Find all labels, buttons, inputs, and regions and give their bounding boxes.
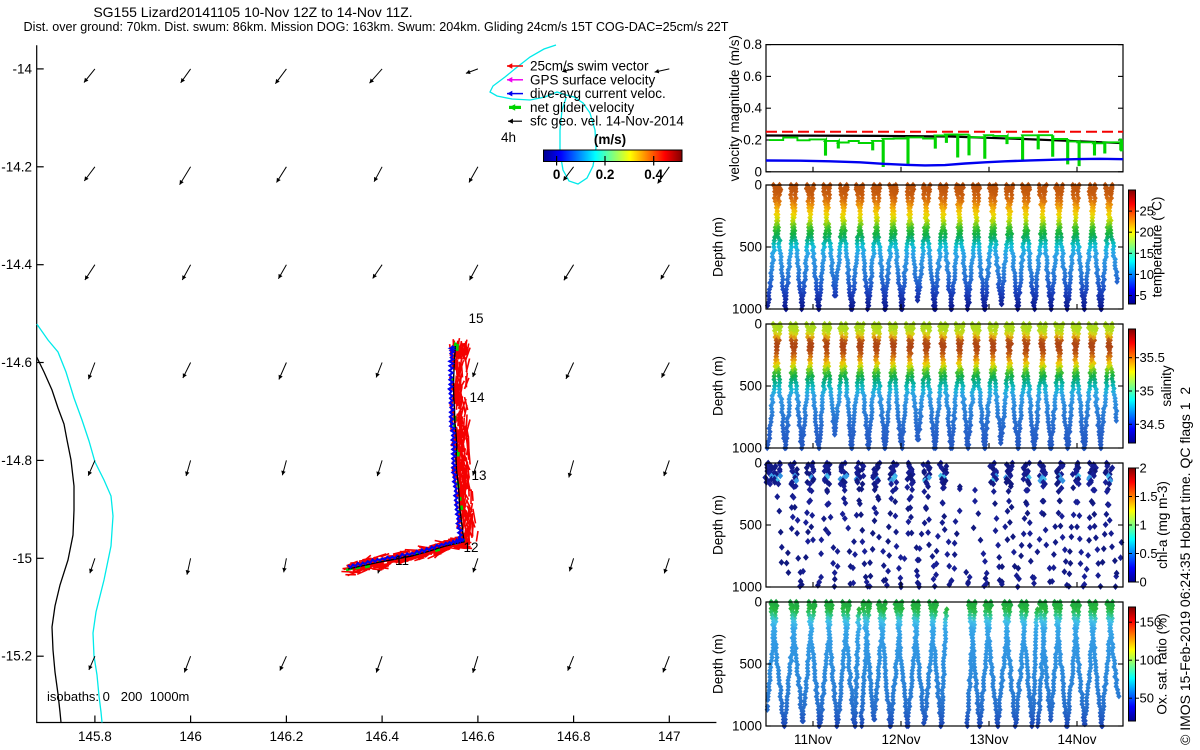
svg-text:0.2: 0.2 bbox=[596, 167, 615, 182]
svg-text:-15: -15 bbox=[12, 551, 32, 566]
svg-text:12Nov: 12Nov bbox=[881, 732, 920, 747]
svg-text:0: 0 bbox=[754, 595, 762, 610]
svg-text:25cm/s swim vector: 25cm/s swim vector bbox=[530, 59, 649, 74]
svg-text:-15.2: -15.2 bbox=[1, 649, 32, 664]
svg-text:13Nov: 13Nov bbox=[969, 732, 1008, 747]
svg-text:11: 11 bbox=[395, 553, 409, 568]
svg-text:chl-a (mg m-3): chl-a (mg m-3) bbox=[1155, 481, 1170, 569]
svg-text:Depth (m): Depth (m) bbox=[711, 634, 726, 694]
svg-text:500: 500 bbox=[739, 379, 762, 394]
svg-text:147: 147 bbox=[658, 729, 681, 744]
svg-text:0.6: 0.6 bbox=[743, 69, 762, 84]
svg-text:-14.6: -14.6 bbox=[1, 355, 32, 370]
svg-text:Depth (m): Depth (m) bbox=[711, 495, 726, 555]
svg-text:velocity magnitude (m/s): velocity magnitude (m/s) bbox=[727, 35, 742, 181]
svg-text:-14.2: -14.2 bbox=[1, 159, 32, 174]
svg-text:dive-avg current veloc.: dive-avg current veloc. bbox=[530, 86, 666, 101]
svg-text:SG155 Lizard20141105 10-Nov 12: SG155 Lizard20141105 10-Nov 12Z to 14-No… bbox=[93, 4, 412, 20]
svg-text:14: 14 bbox=[469, 390, 485, 405]
svg-text:146.2: 146.2 bbox=[270, 729, 304, 744]
svg-text:(m/s): (m/s) bbox=[594, 132, 626, 147]
svg-text:1000: 1000 bbox=[732, 580, 762, 595]
svg-text:-14: -14 bbox=[12, 61, 32, 76]
svg-text:146: 146 bbox=[179, 729, 202, 744]
svg-text:14Nov: 14Nov bbox=[1057, 732, 1096, 747]
svg-text:146.4: 146.4 bbox=[365, 729, 399, 744]
svg-text:2: 2 bbox=[1140, 461, 1147, 476]
svg-text:0: 0 bbox=[754, 178, 762, 193]
svg-text:13: 13 bbox=[471, 468, 486, 483]
svg-text:sfc geo. vel. 14-Nov-2014: sfc geo. vel. 14-Nov-2014 bbox=[530, 114, 684, 129]
svg-text:1000: 1000 bbox=[732, 719, 762, 734]
svg-text:Depth (m): Depth (m) bbox=[711, 217, 726, 277]
svg-text:0.8: 0.8 bbox=[743, 37, 762, 52]
svg-text:© IMOS 15-Feb-2019 06:24:35 Ho: © IMOS 15-Feb-2019 06:24:35 Hobart time.… bbox=[1177, 387, 1193, 745]
svg-text:4h: 4h bbox=[501, 130, 516, 145]
svg-text:15: 15 bbox=[468, 311, 483, 326]
svg-text:145.8: 145.8 bbox=[78, 729, 112, 744]
svg-text:0.4: 0.4 bbox=[644, 167, 663, 182]
svg-text:0: 0 bbox=[754, 456, 762, 471]
svg-text:35.5: 35.5 bbox=[1140, 350, 1165, 365]
svg-text:0: 0 bbox=[1140, 575, 1147, 590]
svg-text:1: 1 bbox=[1140, 518, 1147, 533]
svg-text:Dist. over ground: 70km. Dist.: Dist. over ground: 70km. Dist. swum: 86k… bbox=[24, 20, 729, 34]
svg-text:net glider velocity: net glider velocity bbox=[530, 100, 635, 115]
svg-text:500: 500 bbox=[739, 657, 762, 672]
svg-text:5: 5 bbox=[1140, 288, 1147, 303]
svg-text:500: 500 bbox=[739, 240, 762, 255]
svg-text:35: 35 bbox=[1140, 384, 1154, 399]
svg-text:Depth (m): Depth (m) bbox=[711, 356, 726, 416]
svg-text:11Nov: 11Nov bbox=[794, 732, 832, 747]
svg-text:0: 0 bbox=[754, 317, 762, 332]
svg-text:1000: 1000 bbox=[732, 441, 762, 456]
svg-text:temperature (°C): temperature (°C) bbox=[1150, 197, 1165, 298]
svg-text:0: 0 bbox=[553, 167, 561, 182]
svg-text:isobaths: 0 200 1000m: isobaths: 0 200 1000m bbox=[47, 689, 189, 704]
svg-text:0.4: 0.4 bbox=[743, 101, 762, 116]
svg-text:GPS surface velocity: GPS surface velocity bbox=[530, 72, 656, 87]
svg-text:34.5: 34.5 bbox=[1140, 417, 1165, 432]
svg-text:-14.4: -14.4 bbox=[1, 257, 32, 272]
svg-text:12: 12 bbox=[463, 540, 478, 555]
svg-text:500: 500 bbox=[739, 518, 762, 533]
svg-text:0.2: 0.2 bbox=[743, 133, 762, 148]
svg-text:1000: 1000 bbox=[732, 302, 762, 317]
svg-text:146.8: 146.8 bbox=[557, 729, 591, 744]
svg-text:146.6: 146.6 bbox=[461, 729, 495, 744]
svg-text:Ox. sat. ratio (%): Ox. sat. ratio (%) bbox=[1155, 613, 1170, 714]
svg-text:salinity: salinity bbox=[1159, 365, 1174, 407]
svg-text:-14.8: -14.8 bbox=[1, 453, 32, 468]
svg-text:50: 50 bbox=[1140, 691, 1154, 706]
